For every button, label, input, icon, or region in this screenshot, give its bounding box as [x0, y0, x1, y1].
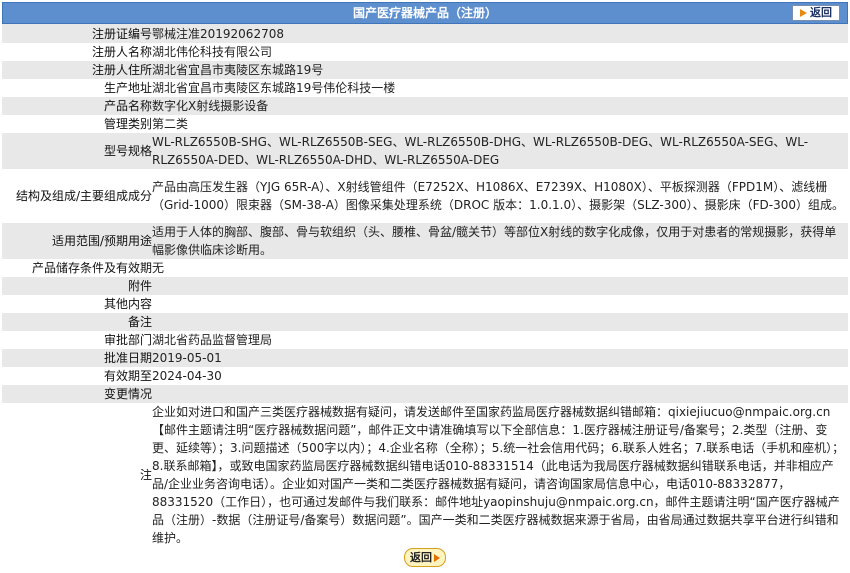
table-row: 批准日期 2019-05-01: [2, 349, 848, 367]
field-label: 产品名称: [2, 97, 152, 115]
field-label: 管理类别: [2, 115, 152, 133]
field-value: 产品由高压发生器（YJG 65R-A）、X射线管组件（E7252X、H1086X…: [152, 169, 848, 223]
table-row: 注册人名称 湖北伟伦科技有限公司: [2, 43, 848, 61]
field-label: 批准日期: [2, 349, 152, 367]
table-row: 适用范围/预期用途 适用于人体的胸部、腹部、骨与软组织（头、腰椎、骨盆/髋关节）…: [2, 223, 848, 259]
field-label: 生产地址: [2, 79, 152, 97]
table-row: 有效期至 2024-04-30: [2, 367, 848, 385]
detail-panel: 国产医疗器械产品（注册） 返回 注册证编号 鄂械注准20192062708 注册…: [2, 2, 848, 547]
field-label: 备注: [2, 313, 152, 331]
field-label: 结构及组成/主要组成成分: [2, 169, 152, 223]
table-row: 产品名称 数字化X射线摄影设备: [2, 97, 848, 115]
field-label: 注册证编号: [2, 24, 152, 43]
field-value: 湖北省宜昌市夷陵区东城路19号: [152, 61, 848, 79]
field-value: 湖北伟伦科技有限公司: [152, 43, 848, 61]
field-value: 鄂械注准20192062708: [152, 24, 848, 43]
page-title: 国产医疗器械产品（注册）: [352, 6, 497, 20]
field-label: 审批部门: [2, 331, 152, 349]
back-button-top-label: 返回: [810, 6, 832, 19]
table-row: 其他内容: [2, 295, 848, 313]
field-label: 附件: [2, 277, 152, 295]
table-row: 型号规格 WL-RLZ6550B-SHG、WL-RLZ6550B-SEG、WL-…: [2, 133, 848, 169]
field-value: [152, 277, 848, 295]
field-value: [152, 385, 848, 403]
field-value: [152, 313, 848, 331]
table-row: 注 企业如对进口和国产三类医疗器械数据有疑问，请发送邮件至国家药监局医疗器械数据…: [2, 403, 848, 547]
field-value: 无: [152, 259, 848, 277]
back-button-bottom-label: 返回: [410, 551, 432, 564]
table-row: 附件: [2, 277, 848, 295]
field-value: 2019-05-01: [152, 349, 848, 367]
table-row: 生产地址 湖北省宜昌市夷陵区东城路19号伟伦科技一楼: [2, 79, 848, 97]
field-value: [152, 295, 848, 313]
back-button-bottom[interactable]: 返回: [404, 548, 446, 567]
field-value: 第二类: [152, 115, 848, 133]
field-value: 数字化X射线摄影设备: [152, 97, 848, 115]
panel-header: 国产医疗器械产品（注册） 返回: [2, 2, 848, 24]
table-row: 注册证编号 鄂械注准20192062708: [2, 24, 848, 43]
table-row: 变更情况: [2, 385, 848, 403]
field-value: WL-RLZ6550B-SHG、WL-RLZ6550B-SEG、WL-RLZ65…: [152, 133, 848, 169]
field-label: 注册人名称: [2, 43, 152, 61]
arrow-right-icon: [434, 554, 440, 562]
field-value: 2024-04-30: [152, 367, 848, 385]
table-row: 管理类别 第二类: [2, 115, 848, 133]
field-label: 其他内容: [2, 295, 152, 313]
table-row: 结构及组成/主要组成成分 产品由高压发生器（YJG 65R-A）、X射线管组件（…: [2, 169, 848, 223]
arrow-right-icon: [800, 9, 807, 17]
field-label: 适用范围/预期用途: [2, 223, 152, 259]
table-row: 产品储存条件及有效期 无: [2, 259, 848, 277]
table-row: 审批部门 湖北省药品监督管理局: [2, 331, 848, 349]
field-value: 湖北省药品监督管理局: [152, 331, 848, 349]
field-label: 产品储存条件及有效期: [2, 259, 152, 277]
field-value: 湖北省宜昌市夷陵区东城路19号伟伦科技一楼: [152, 79, 848, 97]
field-label: 注册人住所: [2, 61, 152, 79]
field-label: 型号规格: [2, 133, 152, 169]
detail-table: 注册证编号 鄂械注准20192062708 注册人名称 湖北伟伦科技有限公司 注…: [2, 24, 848, 547]
field-label: 有效期至: [2, 367, 152, 385]
field-label: 变更情况: [2, 385, 152, 403]
table-row: 注册人住所 湖北省宜昌市夷陵区东城路19号: [2, 61, 848, 79]
field-value: 企业如对进口和国产三类医疗器械数据有疑问，请发送邮件至国家药监局医疗器械数据纠错…: [152, 403, 848, 547]
footer: 返回: [0, 548, 850, 567]
field-label: 注: [2, 403, 152, 547]
field-value: 适用于人体的胸部、腹部、骨与软组织（头、腰椎、骨盆/髋关节）等部位X射线的数字化…: [152, 223, 848, 259]
back-button-top[interactable]: 返回: [792, 5, 840, 21]
table-row: 备注: [2, 313, 848, 331]
